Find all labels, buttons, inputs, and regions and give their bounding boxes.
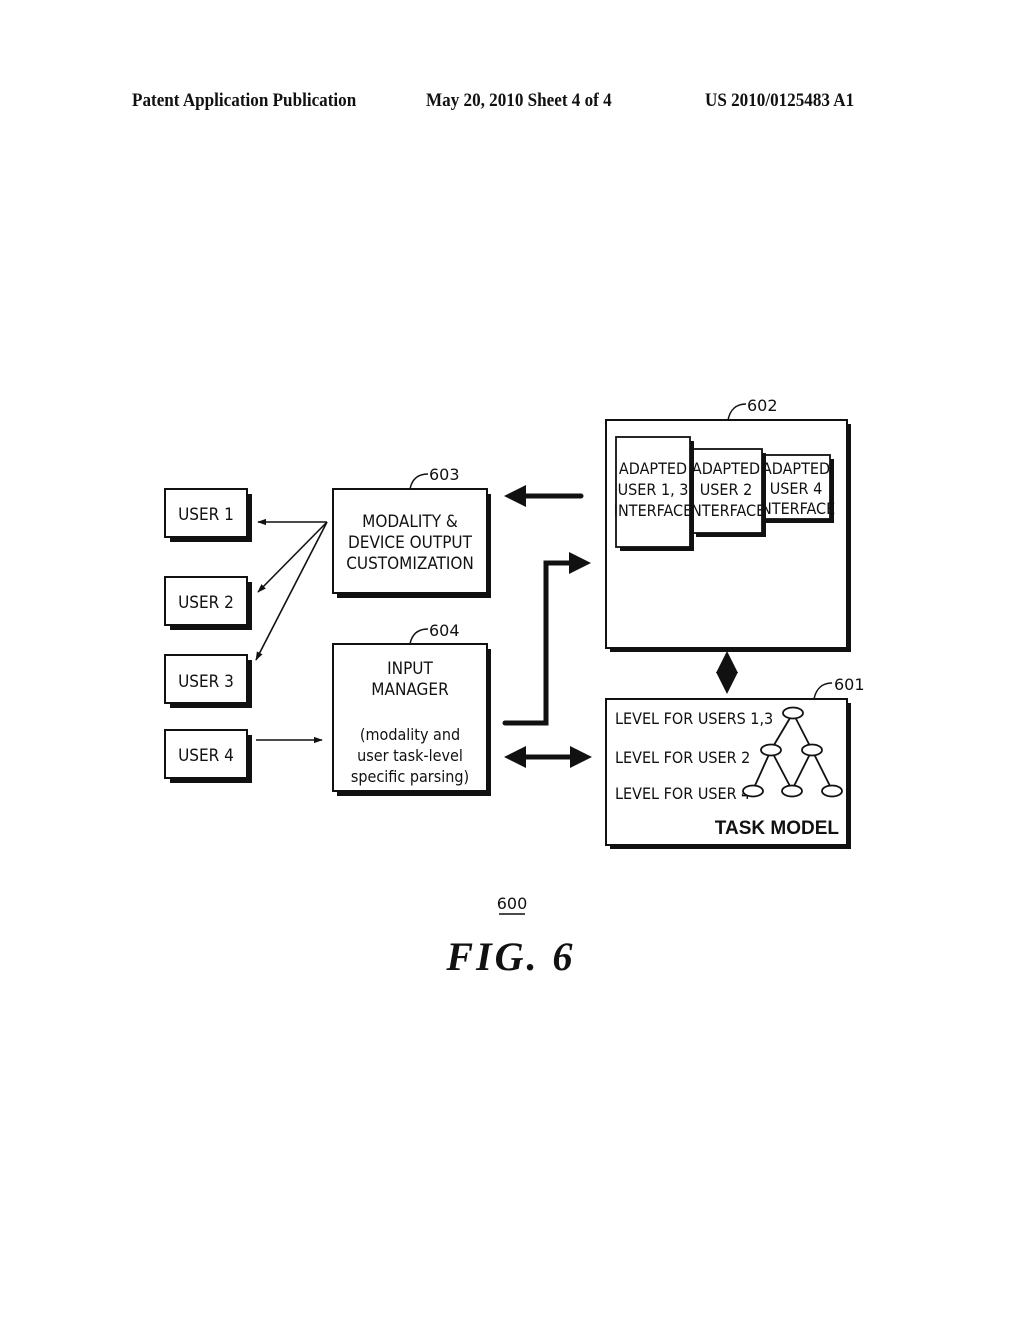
output-customization-block: MODALITY & DEVICE OUTPUT CUSTOMIZATION 6… xyxy=(332,465,491,598)
interface-user-4: ADAPTED USER 4 INTERFACE xyxy=(757,454,835,523)
output-block-line-2: DEVICE OUTPUT xyxy=(348,533,473,553)
tree-node xyxy=(760,743,782,757)
tree-node xyxy=(821,784,843,798)
ref-604: 604 xyxy=(429,621,460,640)
interface-user-2-line-1: ADAPTED xyxy=(692,459,760,478)
input-block-desc-2: user task-level xyxy=(357,746,463,765)
input-block-title-1: INPUT xyxy=(387,659,433,679)
user-2-label: USER 2 xyxy=(178,593,234,613)
interface-user-1-3-line-3: INTERFACE xyxy=(614,501,692,520)
figure-label: FIG. 6 xyxy=(445,934,575,979)
input-block-title-2: MANAGER xyxy=(371,680,449,700)
arrow-input-to-interfaces xyxy=(502,552,591,726)
ref-601: 601 xyxy=(834,675,865,694)
ref-602: 602 xyxy=(747,396,778,415)
tree-node xyxy=(742,784,764,798)
task-model-title: TASK MODEL xyxy=(715,818,840,839)
output-block-line-1: MODALITY & xyxy=(362,512,458,532)
user-2-box: USER 2 xyxy=(164,576,252,630)
tree-node xyxy=(781,784,803,798)
interface-user-2-line-3: INTERFACE xyxy=(687,501,765,520)
task-level-user-2: LEVEL FOR USER 2 xyxy=(615,748,750,767)
user-4-label: USER 4 xyxy=(178,746,234,766)
ref-601-leader xyxy=(813,682,833,700)
input-block-desc-1: (modality and xyxy=(360,725,460,744)
adapted-interfaces-block: 602 ADAPTED USER 4 INTERFACE ADAPTED USE… xyxy=(605,396,851,652)
interface-user-2-line-2: USER 2 xyxy=(700,480,753,499)
user-3-box: USER 3 xyxy=(164,654,252,708)
interface-user-2: ADAPTED USER 2 INTERFACE xyxy=(687,448,766,537)
task-level-users-1-3: LEVEL FOR USERS 1,3 xyxy=(615,709,773,728)
interface-user-4-line-2: USER 4 xyxy=(770,479,823,498)
interface-user-4-line-1: ADAPTED xyxy=(762,459,830,478)
user-1-label: USER 1 xyxy=(178,505,234,525)
tree-node xyxy=(782,706,804,720)
user-4-box: USER 4 xyxy=(164,729,252,783)
arrow-output-to-user-3 xyxy=(255,521,328,661)
input-block-desc-3: specific parsing) xyxy=(351,767,469,786)
user-3-label: USER 3 xyxy=(178,672,234,692)
interface-user-1-3-line-2: USER 1, 3 xyxy=(618,480,689,499)
ref-604-leader xyxy=(409,628,429,645)
arrow-output-to-user-2 xyxy=(257,521,328,593)
ref-603-leader xyxy=(409,473,429,490)
figure-6-diagram: USER 1 USER 2 USER 3 USER 4 MODALITY & D… xyxy=(164,396,865,979)
user-1-box: USER 1 xyxy=(164,488,252,542)
interface-user-4-line-3: INTERFACE xyxy=(757,499,835,518)
task-model-block: 601 LEVEL FOR USERS 1,3 LEVEL FOR USER 2… xyxy=(605,675,865,849)
input-manager-block: INPUT MANAGER (modality and user task-le… xyxy=(332,621,491,796)
figure-ref-600: 600 xyxy=(497,894,528,913)
interface-user-1-3-line-1: ADAPTED xyxy=(619,459,687,478)
interface-user-1-3: ADAPTED USER 1, 3 INTERFACE xyxy=(614,436,694,551)
tree-node xyxy=(801,743,823,757)
ref-602-leader xyxy=(727,403,747,421)
ref-603: 603 xyxy=(429,465,460,484)
output-block-line-3: CUSTOMIZATION xyxy=(346,554,474,574)
task-level-user-4: LEVEL FOR USER 4 xyxy=(615,784,750,803)
